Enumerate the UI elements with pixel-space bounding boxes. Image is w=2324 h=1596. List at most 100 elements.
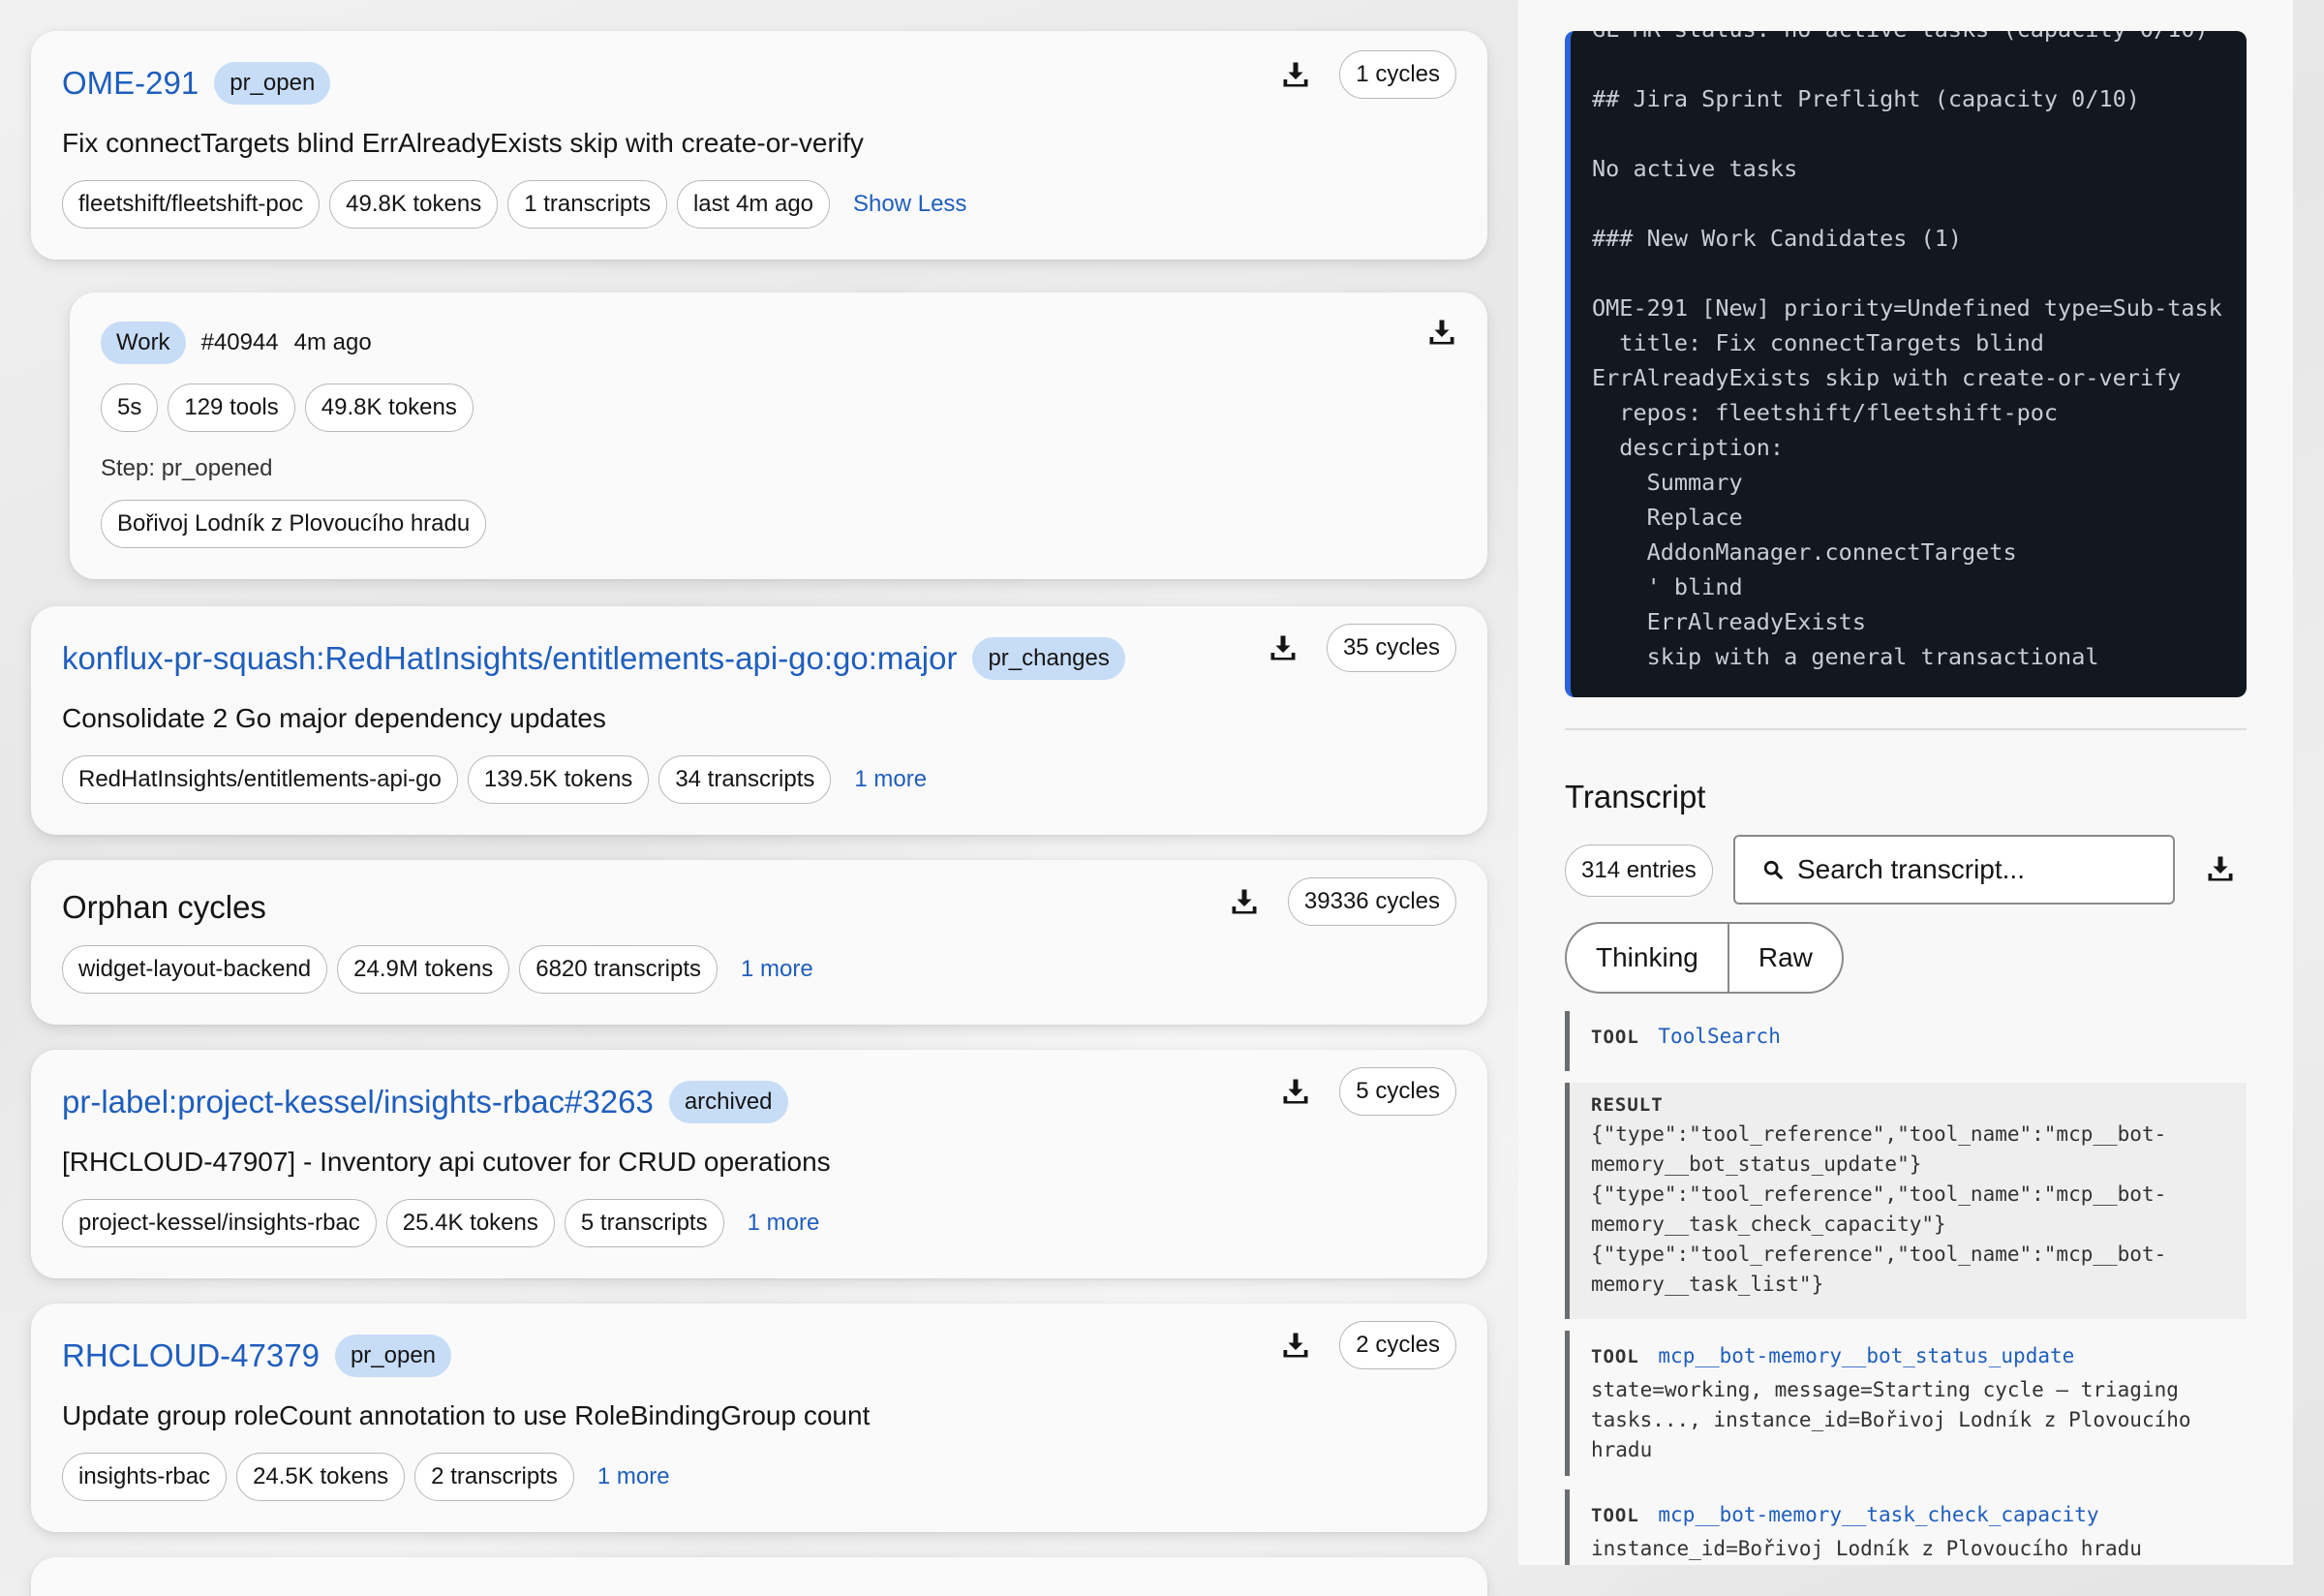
- more-link[interactable]: 1 more: [748, 1210, 820, 1237]
- entry-kind: TOOL: [1591, 1346, 1639, 1367]
- tokens-chip: 49.8K tokens: [304, 384, 474, 432]
- download-icon[interactable]: [1281, 1331, 1310, 1360]
- cycle-card: Orphan cycles 39336 cycles widget-layout…: [31, 860, 1487, 1025]
- card-chips: project-kessel/insights-rbac 25.4K token…: [62, 1199, 819, 1247]
- tokens-chip: 24.5K tokens: [236, 1453, 406, 1501]
- prompt-text: GL MR status: no active tasks (capacity …: [1592, 31, 2222, 670]
- more-link[interactable]: 1 more: [741, 956, 813, 983]
- entry-tool-name[interactable]: mcp__bot-memory__bot_status_update: [1658, 1344, 2074, 1367]
- more-link[interactable]: 1 more: [854, 766, 927, 793]
- transcripts-chip: 1 transcripts: [507, 180, 667, 229]
- status-badge: archived: [668, 1081, 788, 1123]
- prompt-code-block[interactable]: GL MR status: no active tasks (capacity …: [1565, 31, 2247, 697]
- work-badge: Work: [101, 322, 186, 364]
- download-icon[interactable]: [1281, 60, 1310, 89]
- cycle-detail-panel: GL MR status: no active tasks (capacity …: [1518, 0, 2293, 1565]
- card-chips: fleetshift/fleetshift-poc 49.8K tokens 1…: [62, 180, 966, 229]
- more-link[interactable]: 1 more: [597, 1463, 670, 1490]
- download-icon[interactable]: [1230, 887, 1259, 916]
- entry-body: state=working, message=Starting cycle — …: [1591, 1378, 2204, 1461]
- tokens-chip: 24.9M tokens: [337, 945, 510, 994]
- transcript-entry: TOOL mcp__bot-memory__bot_status_update …: [1565, 1331, 2247, 1476]
- download-icon[interactable]: [2206, 854, 2235, 883]
- card-title-row: OME-291 pr_open: [62, 62, 331, 105]
- entry-body: instance_id=Bořivoj Lodník z Plovoucího …: [1591, 1537, 2142, 1560]
- transcript-entry: RESULT {"type":"tool_reference","tool_na…: [1565, 1083, 2247, 1319]
- entry-kind: TOOL: [1591, 1505, 1639, 1526]
- repo-chip: insights-rbac: [62, 1453, 228, 1501]
- transcripts-chip: 2 transcripts: [414, 1453, 574, 1501]
- entry-kind: RESULT: [1591, 1094, 1664, 1116]
- repo-chip: RedHatInsights/entitlements-api-go: [62, 755, 458, 804]
- cycle-list: OME-291 pr_open 1 cycles Fix connectTarg…: [31, 0, 1487, 1596]
- cycle-card: pr-label:project-kessel/insights-rbac#32…: [31, 1050, 1487, 1278]
- work-meta-row: Work #40944 4m ago: [101, 322, 372, 364]
- work-id: #40944: [200, 329, 279, 355]
- cycles-count: 35 cycles: [1326, 624, 1456, 672]
- view-toggle-group: Thinking Raw: [1565, 922, 1844, 994]
- card-title-link[interactable]: RHCLOUD-47379: [62, 1337, 320, 1374]
- repo-chip: project-kessel/insights-rbac: [62, 1199, 377, 1247]
- status-badge: pr_changes: [972, 637, 1125, 680]
- download-icon[interactable]: [1269, 633, 1298, 662]
- tokens-chip: 139.5K tokens: [467, 755, 650, 804]
- card-title-row: RHCLOUD-47379 pr_open: [62, 1335, 452, 1377]
- tokens-chip: 49.8K tokens: [329, 180, 499, 229]
- entries-count: 314 entries: [1565, 844, 1713, 897]
- cycles-count: 1 cycles: [1339, 50, 1456, 99]
- duration-chip: 5s: [101, 384, 159, 432]
- last-activity-chip: last 4m ago: [676, 180, 831, 229]
- entry-kind: TOOL: [1591, 1027, 1639, 1048]
- show-less-link[interactable]: Show Less: [853, 191, 966, 218]
- card-chips: insights-rbac 24.5K tokens 2 transcripts…: [62, 1453, 670, 1501]
- card-title: Orphan cycles: [62, 889, 266, 925]
- download-icon[interactable]: [1281, 1077, 1310, 1106]
- download-icon[interactable]: [1427, 318, 1456, 347]
- cycles-count: 5 cycles: [1339, 1067, 1456, 1116]
- card-actions: 1 cycles: [1281, 50, 1456, 99]
- transcripts-chip: 34 transcripts: [658, 755, 832, 804]
- tools-chip: 129 tools: [168, 384, 295, 432]
- instance-chip: Bořivoj Lodník z Plovoucího hradu: [101, 500, 487, 548]
- card-chips: RedHatInsights/entitlements-api-go 139.5…: [62, 755, 927, 804]
- cycle-card: RHCLOUD-47379 pr_open 2 cycles Update gr…: [31, 1304, 1487, 1532]
- cycles-count: 2 cycles: [1339, 1321, 1456, 1369]
- status-badge: pr_open: [214, 62, 331, 105]
- toggle-thinking[interactable]: Thinking: [1567, 924, 1728, 992]
- transcript-entry: TOOL ToolSearch: [1565, 1011, 2247, 1071]
- cycle-card-partial: [31, 1557, 1487, 1596]
- transcript-search[interactable]: [1733, 835, 2175, 905]
- card-description: [RHCLOUD-47907] - Inventory api cutover …: [62, 1147, 831, 1177]
- subcard-actions: [1427, 318, 1456, 347]
- card-description: Fix connectTargets blind ErrAlreadyExist…: [62, 128, 864, 158]
- card-title-row: konflux-pr-squash:RedHatInsights/entitle…: [62, 637, 1125, 680]
- search-input[interactable]: [1797, 854, 2146, 885]
- status-badge: pr_open: [334, 1335, 452, 1377]
- cycles-count: 39336 cycles: [1287, 877, 1456, 926]
- toggle-raw[interactable]: Raw: [1727, 924, 1842, 992]
- repo-chip: fleetshift/fleetshift-poc: [62, 180, 321, 229]
- entry-tool-name[interactable]: ToolSearch: [1658, 1025, 1780, 1048]
- work-ago: 4m ago: [293, 329, 372, 355]
- cycle-card: konflux-pr-squash:RedHatInsights/entitle…: [31, 606, 1487, 835]
- card-chips: widget-layout-backend 24.9M tokens 6820 …: [62, 945, 813, 994]
- work-cycle-subcard: Work #40944 4m ago 5s 129 tools 49.8K to…: [70, 292, 1487, 579]
- work-chips: 5s 129 tools 49.8K tokens: [101, 384, 474, 432]
- card-title-link[interactable]: pr-label:project-kessel/insights-rbac#32…: [62, 1084, 654, 1120]
- instance-row: Bořivoj Lodník z Plovoucího hradu: [101, 500, 487, 548]
- entry-body: {"type":"tool_reference","tool_name":"mc…: [1591, 1122, 2167, 1296]
- card-title-link[interactable]: konflux-pr-squash:RedHatInsights/entitle…: [62, 640, 957, 677]
- cycle-card: OME-291 pr_open 1 cycles Fix connectTarg…: [31, 31, 1487, 260]
- card-actions: 39336 cycles: [1230, 877, 1456, 926]
- transcripts-chip: 5 transcripts: [564, 1199, 724, 1247]
- card-title-row: Orphan cycles: [62, 889, 266, 926]
- card-description: Update group roleCount annotation to use…: [62, 1400, 871, 1430]
- divider: [1565, 728, 2247, 730]
- card-title-link[interactable]: OME-291: [62, 65, 199, 102]
- transcripts-chip: 6820 transcripts: [519, 945, 718, 994]
- step-label: Step: pr_opened: [101, 455, 273, 481]
- transcript-heading: Transcript: [1565, 779, 1706, 814]
- entry-tool-name[interactable]: mcp__bot-memory__task_check_capacity: [1658, 1503, 2098, 1526]
- transcript-entry: TOOL mcp__bot-memory__task_check_capacit…: [1565, 1489, 2247, 1565]
- card-actions: 5 cycles: [1281, 1067, 1456, 1116]
